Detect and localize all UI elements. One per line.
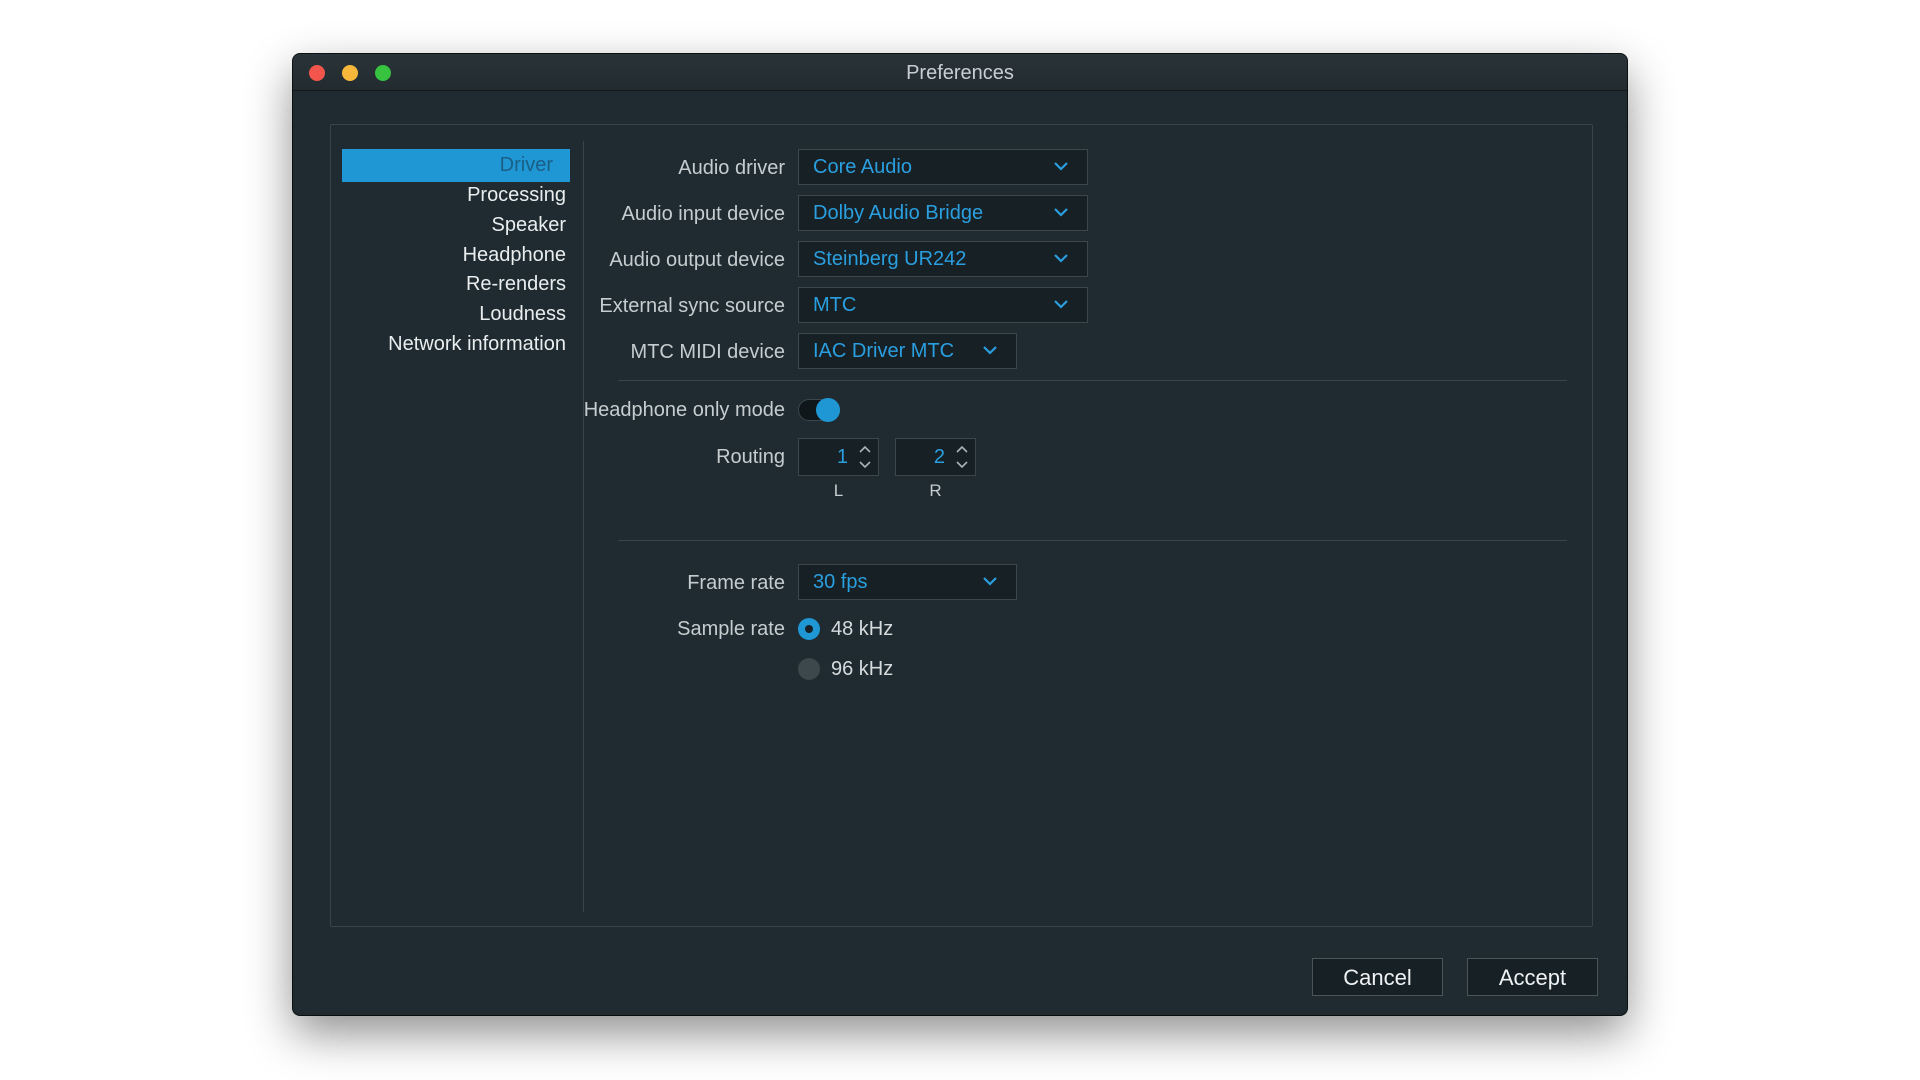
chevron-down-icon [1054, 208, 1068, 217]
frame-rate-select[interactable]: 30 fps [798, 564, 1017, 600]
up-down-arrows-icon[interactable] [955, 442, 969, 472]
audio-output-device-select[interactable]: Steinberg UR242 [798, 241, 1088, 277]
sample-rate-96-label[interactable]: 96 kHz [831, 656, 893, 682]
preferences-window: Preferences Driver Processing Speaker He… [293, 54, 1627, 1015]
section-divider [618, 380, 1567, 381]
audio-input-device-label: Audio input device [621, 203, 785, 225]
routing-left-value: 1 [836, 446, 848, 468]
external-sync-source-label: External sync source [599, 295, 785, 317]
audio-driver-label: Audio driver [678, 157, 785, 179]
chevron-down-icon [1054, 300, 1068, 309]
mtc-midi-device-label: MTC MIDI device [630, 341, 785, 363]
chevron-down-icon [1054, 162, 1068, 171]
routing-right-stepper[interactable]: 2 [895, 438, 976, 476]
external-sync-source-select[interactable]: MTC [798, 287, 1088, 323]
accept-button[interactable]: Accept [1467, 958, 1598, 996]
section-divider [618, 540, 1567, 541]
title-bar[interactable]: Preferences [293, 54, 1627, 91]
routing-left-stepper[interactable]: 1 [798, 438, 879, 476]
headphone-only-mode-toggle[interactable] [798, 398, 840, 422]
routing-left-caption: L [833, 481, 844, 500]
sample-rate-96-radio[interactable] [798, 658, 820, 680]
frame-rate-label: Frame rate [687, 572, 785, 594]
toggle-knob [816, 398, 840, 422]
routing-right-caption: R [929, 481, 942, 500]
chevron-down-icon [983, 577, 997, 586]
routing-right-value: 2 [933, 446, 945, 468]
audio-output-device-label: Audio output device [609, 249, 785, 271]
cancel-button[interactable]: Cancel [1312, 958, 1443, 996]
mtc-midi-device-select[interactable]: IAC Driver MTC [798, 333, 1017, 369]
preferences-panel: Driver Processing Speaker Headphone Re-r… [330, 124, 1593, 927]
external-sync-source-value: MTC [813, 294, 857, 316]
sample-rate-48-label[interactable]: 48 kHz [831, 616, 893, 642]
chevron-down-icon [1054, 254, 1068, 263]
window-title: Preferences [906, 62, 1014, 84]
audio-driver-select[interactable]: Core Audio [798, 149, 1088, 185]
audio-input-device-value: Dolby Audio Bridge [813, 202, 984, 224]
sample-rate-label: Sample rate [677, 618, 785, 640]
mtc-midi-device-value: IAC Driver MTC [813, 340, 955, 362]
frame-rate-value: 30 fps [813, 571, 868, 593]
chevron-down-icon [983, 346, 997, 355]
headphone-only-mode-label: Headphone only mode [583, 399, 785, 421]
audio-driver-value: Core Audio [813, 156, 912, 178]
audio-output-device-value: Steinberg UR242 [813, 248, 967, 270]
sample-rate-48-radio[interactable] [798, 618, 820, 640]
up-down-arrows-icon[interactable] [858, 442, 872, 472]
routing-label: Routing [716, 446, 785, 468]
audio-input-device-select[interactable]: Dolby Audio Bridge [798, 195, 1088, 231]
